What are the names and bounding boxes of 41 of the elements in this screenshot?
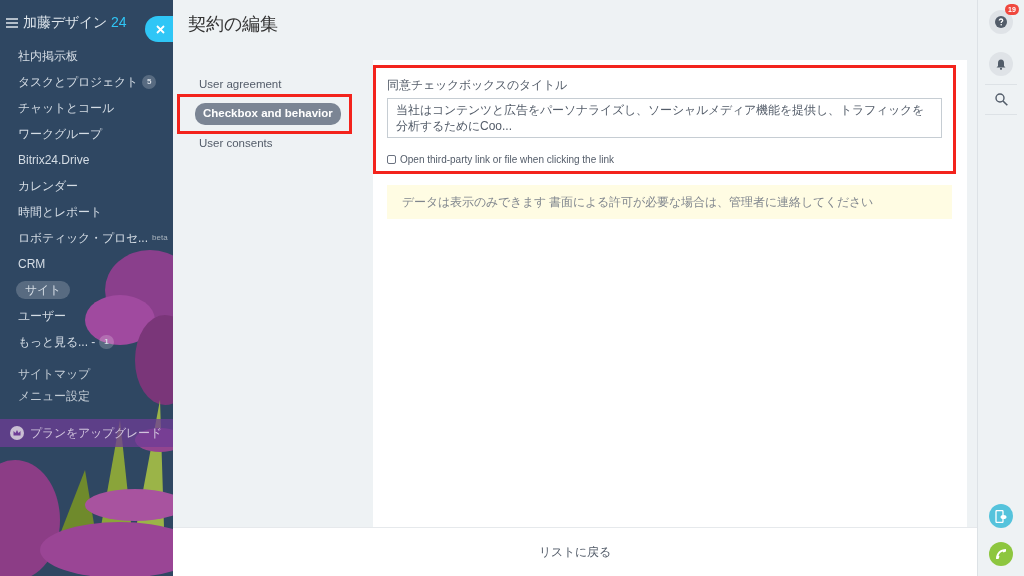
beta-label: beta <box>152 232 168 244</box>
back-to-list-link[interactable]: リストに戻る <box>539 543 611 561</box>
checkbox[interactable] <box>387 155 396 165</box>
sidebar-link[interactable]: メニュー設定 <box>0 385 108 407</box>
menu-item[interactable]: 時間とレポート <box>0 199 173 225</box>
notifications-button[interactable] <box>989 52 1013 76</box>
counter-badge: 1 <box>99 335 114 349</box>
upgrade-bar[interactable]: プランをアップグレード <box>0 419 173 447</box>
menu-item[interactable]: もっと見る... - <box>18 333 96 351</box>
menu-item[interactable]: 社内掲示板 <box>0 43 173 69</box>
sidebar-link[interactable]: サイトマップ <box>0 363 108 385</box>
help-button[interactable] <box>989 10 1013 34</box>
page-title: 契約の編集 <box>187 13 279 36</box>
menu-item[interactable]: ワークグループ <box>0 121 173 147</box>
menu-item[interactable]: ロボティック・プロセ... <box>18 229 148 247</box>
phone-cloud-icon <box>995 509 1007 523</box>
search-icon[interactable] <box>994 93 1008 106</box>
field-label: 同意チェックボックスのタイトル <box>387 77 568 94</box>
notice-text: データは表示のみできます 書面による許可が必要な場合は、管理者に連絡してください <box>387 185 952 220</box>
menu-item[interactable]: タスクとプロジェクト <box>18 73 138 91</box>
menu-item[interactable]: カレンダー <box>0 173 173 199</box>
help-icon <box>995 16 1007 28</box>
menu-item[interactable]: チャットとコール <box>0 95 173 121</box>
portal-title: 加藤デザイン 24 <box>23 13 127 32</box>
close-button[interactable] <box>145 16 173 42</box>
nav-tab[interactable]: Checkbox and behavior <box>195 103 341 125</box>
input-field[interactable]: 当社はコンテンツと広告をパーソナライズし、ソーシャルメディア機能を提供し、トラフィックを分析するためにCoo... <box>387 98 942 139</box>
nav-tab[interactable]: User consents <box>183 132 281 154</box>
bell-icon <box>996 58 1006 70</box>
menu-item[interactable]: CRM <box>0 251 173 277</box>
nav-tab[interactable]: User agreement <box>183 74 290 96</box>
menu-item[interactable]: Bitrix24.Drive <box>0 147 173 173</box>
checkbox-label: Open third-party link or file when clicking the link <box>400 153 614 168</box>
menu-item[interactable]: サイト <box>16 281 70 299</box>
menu-icon[interactable] <box>6 17 18 28</box>
close-icon <box>155 24 165 34</box>
menu-item[interactable]: ユーザー <box>0 303 173 329</box>
upgrade-text: プランをアップグレード <box>30 425 162 442</box>
phone-icon <box>995 548 1007 560</box>
counter-badge: 5 <box>142 75 157 89</box>
crown-icon <box>10 426 24 440</box>
